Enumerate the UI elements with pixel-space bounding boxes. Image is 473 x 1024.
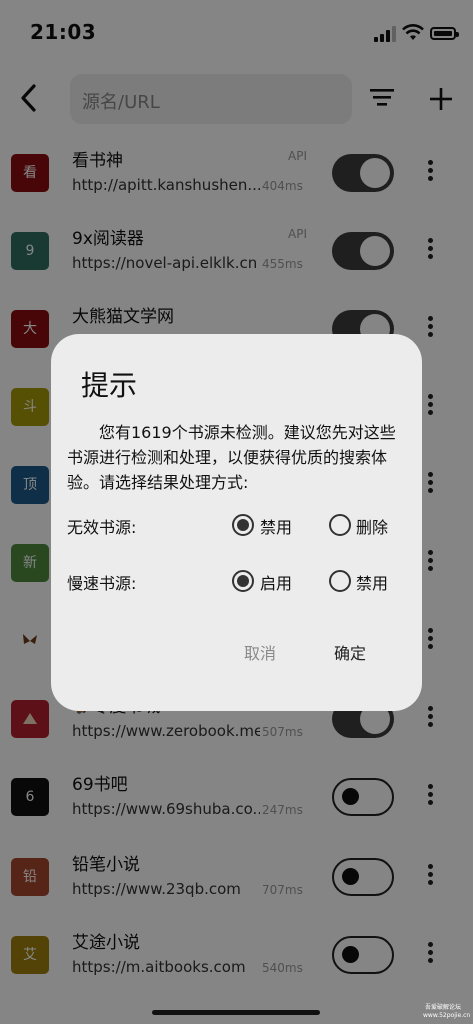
radio-invalid-delete[interactable] [329,514,351,536]
radio-invalid-delete-label[interactable]: 删除 [356,514,388,538]
radio-slow-enable-label[interactable]: 启用 [260,570,292,594]
cancel-button[interactable]: 取消 [244,640,276,664]
confirm-button[interactable]: 确定 [334,640,366,664]
home-indicator[interactable] [152,1010,320,1015]
dialog-message: 您有1619个书源未检测。建议您先对这些书源进行检测和处理，以便获得优质的搜索体… [67,423,396,492]
radio-invalid-disable-label[interactable]: 禁用 [260,514,292,538]
radio-slow-disable-label[interactable]: 禁用 [356,570,388,594]
radio-slow-disable[interactable] [329,570,351,592]
radio-slow-enable[interactable] [232,570,254,592]
dialog-title: 提示 [81,369,138,402]
invalid-sources-label: 无效书源: [67,518,137,537]
slow-sources-label: 慢速书源: [67,574,137,593]
radio-invalid-disable[interactable] [232,514,254,536]
watermark-line2: www.52pojie.cn [423,1012,471,1019]
check-sources-dialog: 提示 您有1619个书源未检测。建议您先对这些书源进行检测和处理，以便获得优质的… [51,334,422,711]
watermark-line1: 吾爱破解论坛 [425,1004,462,1011]
